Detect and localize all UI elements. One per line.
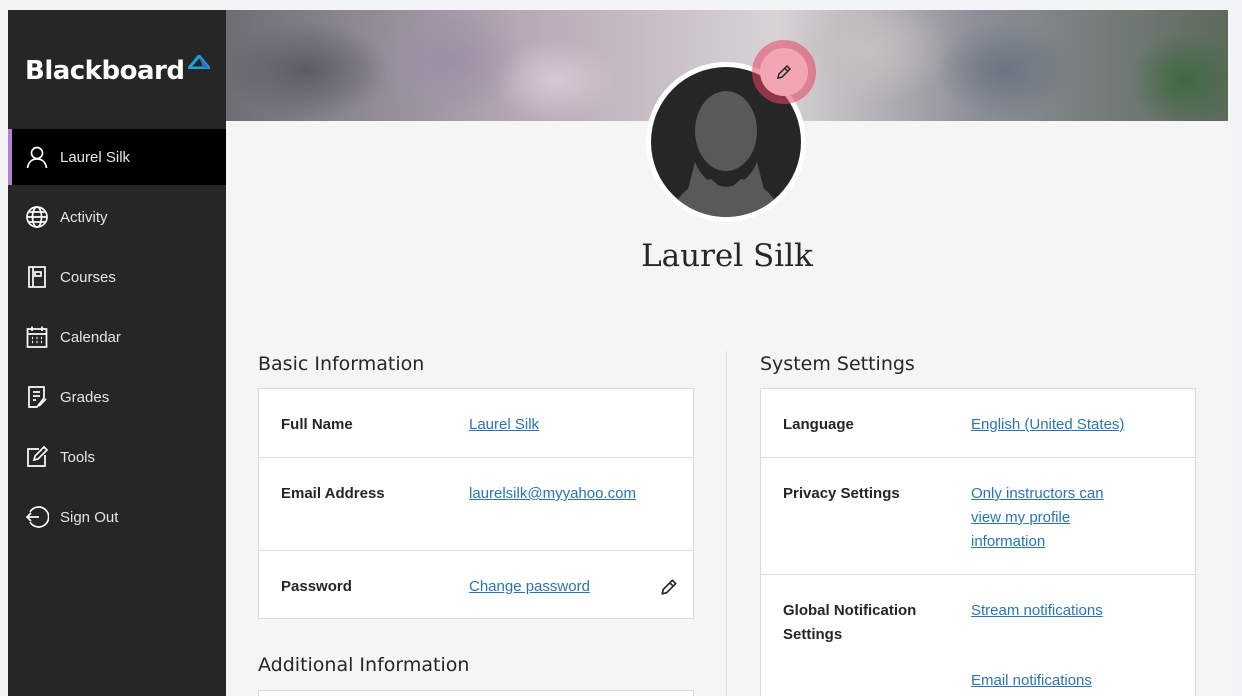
pencil-icon[interactable] [659, 577, 679, 597]
tools-icon [25, 445, 49, 469]
sidebar-item-calendar[interactable]: Calendar [8, 309, 226, 365]
sidebar-item-tools[interactable]: Tools [8, 429, 226, 485]
section-divider [726, 351, 727, 696]
privacy-settings-link[interactable]: Only instructors can view my profile inf… [971, 482, 1131, 554]
privacy-settings-label: Privacy Settings [783, 485, 900, 502]
password-row: Password Change password [259, 551, 693, 618]
sidebar-item-label: Laurel Silk [60, 148, 131, 166]
stream-notifications-link[interactable]: Stream notifications [971, 599, 1131, 623]
email-link[interactable]: laurelsilk@myyahoo.com [469, 482, 649, 506]
user-icon [25, 145, 49, 169]
sidebar-item-label: Courses [60, 268, 116, 286]
sign-out-icon [25, 505, 49, 529]
email-notifications-link[interactable]: Email notifications [971, 669, 1131, 693]
courses-icon [25, 265, 49, 289]
system-settings-card: Language English (United States) Privacy… [760, 388, 1196, 696]
notification-settings-label: Global Notification Settings [783, 602, 917, 643]
language-link[interactable]: English (United States) [971, 413, 1171, 437]
sidebar-item-label: Sign Out [60, 508, 119, 526]
sidebar-item-sign-out[interactable]: Sign Out [8, 489, 226, 545]
sidebar-item-grades[interactable]: Grades [8, 369, 226, 425]
sidebar-item-activity[interactable]: Activity [8, 189, 226, 245]
sidebar-item-profile[interactable]: Laurel Silk [8, 129, 226, 185]
grades-icon [25, 385, 49, 409]
privacy-settings-row: Privacy Settings Only instructors can vi… [761, 458, 1195, 575]
full-name-link[interactable]: Laurel Silk [469, 413, 649, 437]
sidebar-item-label: Grades [60, 388, 110, 406]
basic-information-title: Basic Information [258, 353, 425, 375]
full-name-label: Full Name [281, 416, 353, 433]
calendar-icon [25, 325, 49, 349]
blackboard-logo: Blackboard [25, 56, 185, 86]
additional-information-card [258, 690, 694, 696]
pencil-icon [777, 64, 792, 79]
sidebar-item-label: Activity [60, 208, 108, 226]
edit-avatar-button[interactable] [752, 40, 816, 104]
full-name-row: Full Name Laurel Silk [259, 389, 693, 458]
password-label: Password [281, 578, 352, 595]
sidebar-nav: Laurel Silk Activity Courses Calendar Gr… [8, 129, 226, 549]
email-row: Email Address laurelsilk@myyahoo.com [259, 458, 693, 551]
additional-information-title: Additional Information [258, 654, 470, 676]
system-settings-title: System Settings [760, 353, 915, 375]
app-frame: Blackboard Laurel Silk Activity Courses … [8, 10, 1228, 696]
basic-information-card: Full Name Laurel Silk Email Address laur… [258, 388, 694, 619]
language-label: Language [783, 416, 854, 433]
logo-mark-icon [188, 55, 210, 69]
sidebar: Blackboard Laurel Silk Activity Courses … [8, 10, 226, 696]
globe-icon [25, 205, 49, 229]
sidebar-item-label: Tools [60, 448, 96, 466]
notification-settings-row: Global Notification Settings Stream noti… [761, 575, 1195, 696]
change-password-link[interactable]: Change password [469, 575, 649, 599]
language-row: Language English (United States) [761, 389, 1195, 458]
email-label: Email Address [281, 485, 385, 502]
sidebar-item-courses[interactable]: Courses [8, 249, 226, 305]
sidebar-item-label: Calendar [60, 328, 121, 346]
profile-name: Laurel Silk [641, 238, 813, 274]
